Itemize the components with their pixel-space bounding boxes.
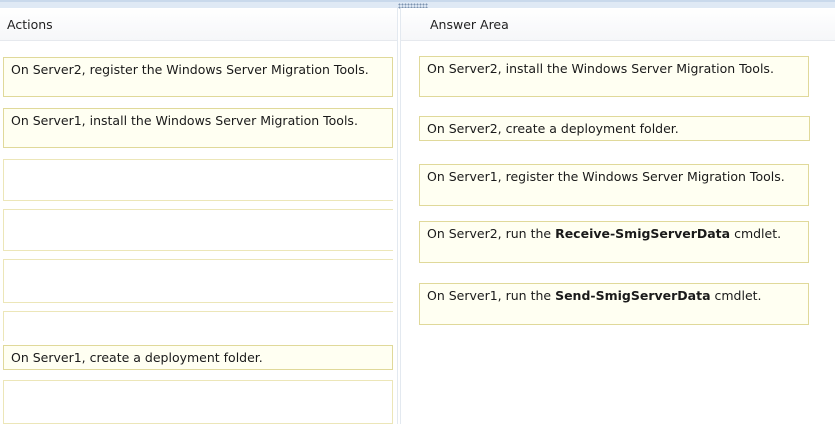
answer-item[interactable]: On Server1, register the Windows Server …	[419, 164, 809, 206]
action-item[interactable]: On Server1, install the Windows Server M…	[3, 108, 393, 148]
actions-header: Actions	[0, 8, 397, 41]
empty-action-slot	[3, 311, 393, 341]
answer-item[interactable]: On Server2, run the Receive-SmigServerDa…	[419, 221, 809, 263]
empty-action-slot	[3, 380, 393, 424]
answer-item-text: On Server1, run the	[427, 288, 556, 303]
empty-action-slot	[3, 259, 393, 303]
cmdlet-name: Send-SmigServerData	[555, 288, 711, 303]
answer-area-panel: Answer Area On Server2, install the Wind…	[400, 8, 835, 424]
answer-item-text: cmdlet.	[710, 288, 762, 303]
answer-area-header: Answer Area	[401, 8, 835, 41]
answer-item[interactable]: On Server1, run the Send-SmigServerData …	[419, 283, 809, 325]
cmdlet-name: Receive-SmigServerData	[555, 226, 731, 241]
top-splitter-bar[interactable]	[0, 0, 835, 9]
action-item[interactable]: On Server1, create a deployment folder.	[3, 345, 393, 370]
actions-panel: Actions On Server2, register the Windows…	[0, 8, 398, 424]
answer-item[interactable]: On Server2, install the Windows Server M…	[419, 56, 809, 97]
answer-item[interactable]: On Server2, create a deployment folder.	[419, 116, 810, 141]
action-item[interactable]: On Server2, register the Windows Server …	[3, 57, 393, 97]
answer-item-text: On Server2, run the	[427, 226, 556, 241]
answer-item-text: cmdlet.	[730, 226, 782, 241]
empty-action-slot	[3, 209, 393, 251]
empty-action-slot	[3, 159, 393, 201]
